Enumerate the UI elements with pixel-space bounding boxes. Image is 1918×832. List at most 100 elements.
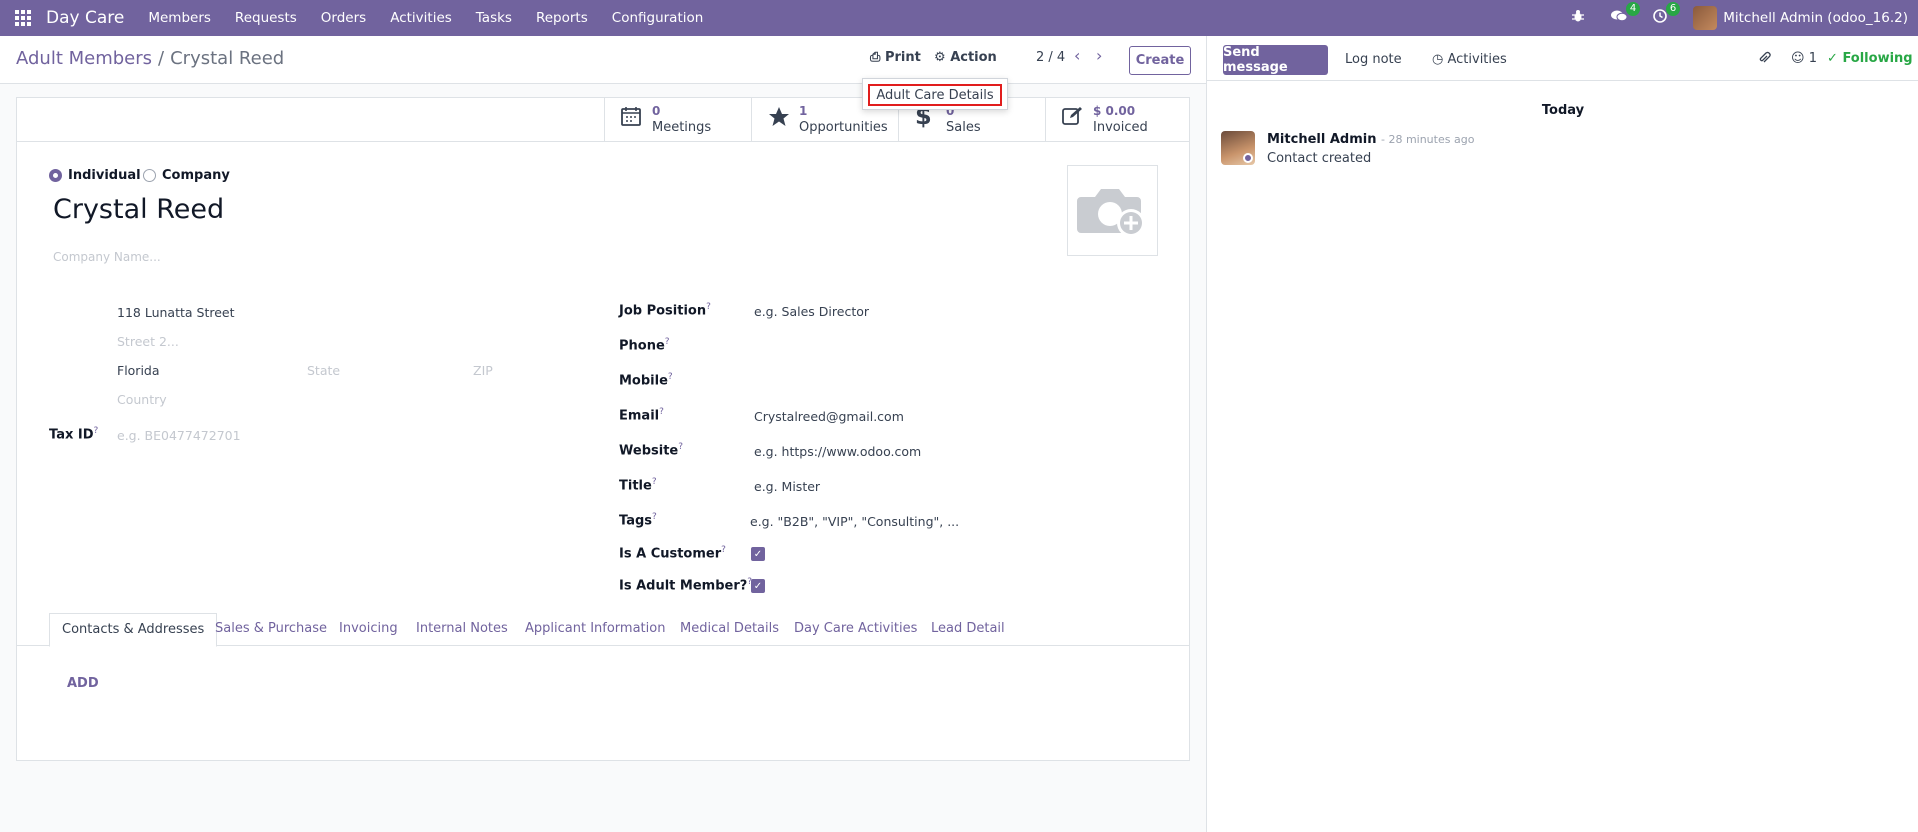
website-field[interactable]: e.g. https://www.odoo.com [754,444,921,459]
tax-id-field[interactable]: e.g. BE0477472701 [117,428,241,443]
radio-unchecked-icon [143,169,156,182]
invoiced-label: Invoiced [1093,120,1148,135]
debug-bug-icon[interactable] [1571,9,1585,27]
title-field[interactable]: e.g. Mister [754,479,820,494]
sales-label: Sales [946,120,981,135]
followers-count: 1 [1808,51,1817,66]
breadcrumb-current: Crystal Reed [170,48,285,69]
followers-button[interactable]: ☺ 1 [1791,51,1817,66]
breadcrumb-separator: / [158,48,165,69]
chatter-panel: Send message Log note ◷ Activities ☺ 1 ✓… [1206,36,1918,832]
log-note-button[interactable]: Log note [1345,52,1402,67]
company-name-field[interactable]: Company Name... [53,250,161,264]
menu-orders[interactable]: Orders [321,10,366,26]
street-field[interactable]: 118 Lunatta Street [117,305,235,320]
action-label: Action [950,50,997,65]
menu-members[interactable]: Members [148,10,211,26]
country-field[interactable]: Country [117,392,167,407]
menu-requests[interactable]: Requests [235,10,297,26]
clock-icon: ◷ [1432,52,1444,67]
pager-value[interactable]: 2 / 4 [1036,50,1065,65]
zip-field[interactable]: ZIP [473,363,493,378]
individual-label: Individual [68,168,141,183]
message-body: Contact created [1267,151,1372,166]
add-contact-button[interactable]: ADD [67,676,99,691]
following-button[interactable]: ✓ Following [1827,51,1913,66]
breadcrumb-parent[interactable]: Adult Members [16,48,152,69]
tab-applicant-information[interactable]: Applicant Information [525,621,665,636]
meetings-smart-button[interactable]: 0 Meetings [604,98,751,142]
main-navbar: Day Care Members Requests Orders Activit… [0,0,1918,36]
email-label: Email? [619,407,664,424]
city-field[interactable]: Florida [117,363,160,378]
activities-count-badge: 6 [1665,2,1681,16]
menu-reports[interactable]: Reports [536,10,588,26]
check-icon: ✓ [1827,51,1838,66]
gear-icon: ⚙ [934,50,946,65]
tax-id-label: Tax ID? [49,426,99,443]
messages-count-badge: 4 [1625,2,1641,16]
tab-lead-detail[interactable]: Lead Detail [931,621,1005,636]
tab-invoicing[interactable]: Invoicing [339,621,398,636]
is-adult-member-label: Is Adult Member?? [619,577,753,594]
smart-button-box: 0 Meetings 1 Opportunities $ 0 Sales $ 0… [17,98,1189,142]
tab-sales-purchase[interactable]: Sales & Purchase [215,621,327,636]
app-brand[interactable]: Day Care [46,8,124,28]
tab-internal-notes[interactable]: Internal Notes [416,621,508,636]
menu-tasks[interactable]: Tasks [476,10,512,26]
action-button[interactable]: ⚙ Action [934,50,997,65]
invoiced-amount: $ 0.00 [1093,104,1136,118]
print-menu-item-adult-care-details[interactable]: Adult Care Details [868,84,1002,106]
messages-icon[interactable]: 4 [1611,2,1641,27]
menu-activities[interactable]: Activities [390,10,452,26]
invoiced-smart-button[interactable]: $ 0.00 Invoiced [1045,98,1192,142]
chatter-divider [1207,80,1918,81]
tags-field[interactable]: e.g. "B2B", "VIP", "Consulting", ... [750,514,959,529]
print-dropdown-menu: Adult Care Details [862,78,1008,110]
mobile-label: Mobile? [619,372,673,389]
email-field[interactable]: Crystalreed@gmail.com [754,409,904,424]
radio-checked-icon [49,169,62,182]
meetings-count: 0 [652,104,661,118]
send-message-button[interactable]: Send message [1223,45,1328,75]
phone-label: Phone? [619,337,670,354]
print-label: Print [884,50,921,65]
print-button[interactable]: ⎙ Print [870,50,921,65]
user-menu[interactable]: Mitchell Admin (odoo_16.2) [1723,10,1908,26]
create-button[interactable]: Create [1129,46,1191,75]
message-time: - 28 minutes ago [1380,133,1475,146]
chevron-left-icon[interactable]: ‹ [1074,46,1080,65]
job-position-field[interactable]: e.g. Sales Director [754,304,869,319]
activities-label: Activities [1447,52,1507,67]
activities-clock-icon[interactable]: 6 [1653,2,1681,27]
tags-label: Tags? [619,512,657,529]
date-separator: Today [1541,103,1585,118]
message-author: Mitchell Admin - 28 minutes ago [1267,132,1475,147]
tab-medical-details[interactable]: Medical Details [680,621,779,636]
camera-plus-icon [1076,188,1145,237]
street2-field[interactable]: Street 2... [117,334,179,349]
tab-day-care-activities[interactable]: Day Care Activities [794,621,917,636]
company-radio[interactable]: Company [143,168,230,183]
following-label: Following [1842,51,1913,66]
is-customer-checkbox[interactable]: ✓ [751,547,765,561]
is-adult-member-checkbox[interactable]: ✓ [751,579,765,593]
website-label: Website? [619,442,684,459]
notebook-tabs: Contacts & Addresses Sales & Purchase In… [17,613,1189,647]
opportunities-label: Opportunities [799,120,888,135]
activities-button[interactable]: ◷ Activities [1432,52,1507,67]
individual-radio[interactable]: Individual [49,168,141,183]
apps-menu-icon[interactable] [0,10,46,26]
is-customer-label: Is A Customer? [619,545,726,562]
paperclip-icon[interactable] [1757,51,1771,69]
contact-photo[interactable] [1067,165,1158,256]
user-avatar[interactable] [1693,6,1718,30]
state-field[interactable]: State [307,363,340,378]
online-status-icon [1243,153,1253,163]
tab-contacts-addresses[interactable]: Contacts & Addresses [49,613,218,647]
company-label: Company [162,168,230,183]
contact-name-field[interactable]: Crystal Reed [53,194,224,225]
chevron-right-icon[interactable]: › [1096,46,1102,65]
breadcrumb: Adult Members / Crystal Reed [16,48,284,69]
menu-configuration[interactable]: Configuration [612,10,704,26]
